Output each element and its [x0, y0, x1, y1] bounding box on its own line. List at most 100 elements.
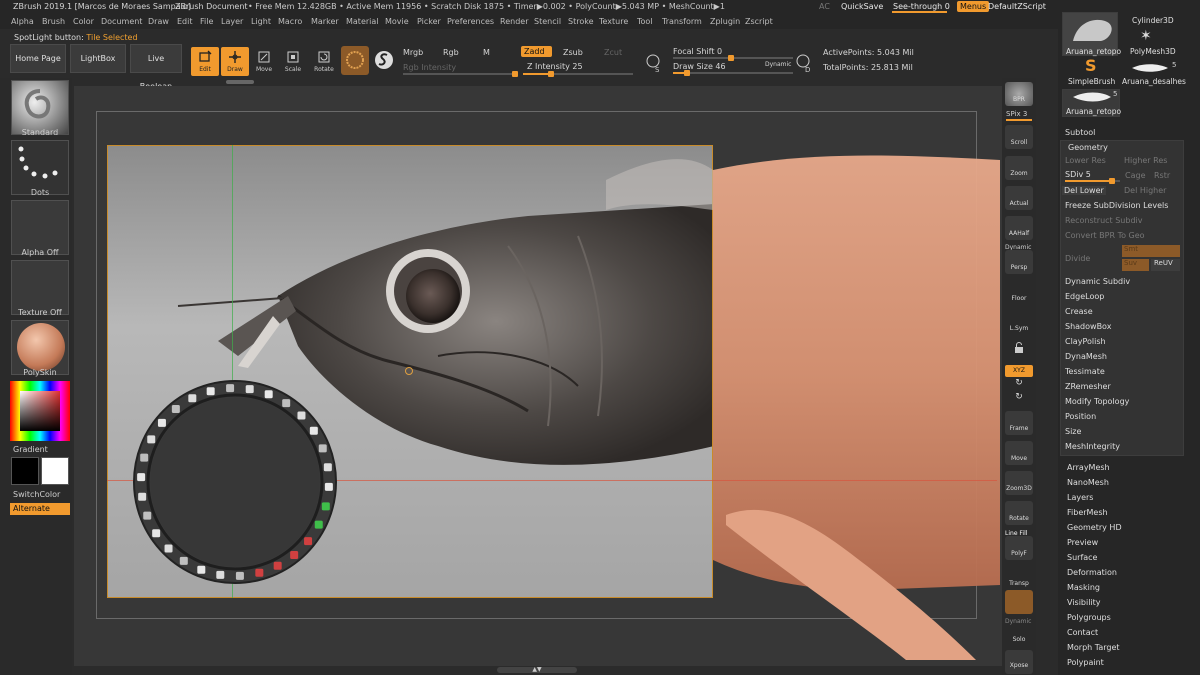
menus-button[interactable]: Menus	[957, 1, 990, 12]
simplebrush-icon[interactable]: S	[1085, 56, 1097, 75]
texture-thumbnail[interactable]	[11, 260, 69, 315]
scale-button[interactable]: Scale	[280, 47, 306, 76]
section-morph-target[interactable]: Morph Target	[1067, 643, 1120, 652]
move-button[interactable]: Move	[251, 47, 277, 76]
focal-shift-icon[interactable]: S	[645, 53, 665, 74]
color-square[interactable]	[20, 391, 60, 431]
draw-size-slider[interactable]: Draw Size 46	[673, 62, 726, 71]
menu-item-movie[interactable]: Movie	[385, 17, 409, 26]
section-deformation[interactable]: Deformation	[1067, 568, 1117, 577]
zcut-button[interactable]: Zcut	[604, 48, 622, 57]
radial-menu-icon[interactable]	[157, 418, 166, 427]
geometry-item-meshintegrity[interactable]: MeshIntegrity	[1065, 442, 1120, 451]
floor-button[interactable]: Floor	[1005, 281, 1033, 305]
fish-detail-thumb[interactable]	[1128, 62, 1172, 74]
menu-item-macro[interactable]: Macro	[278, 17, 302, 26]
lightbox-button[interactable]: LightBox	[70, 44, 126, 73]
main-color-swatch[interactable]	[11, 457, 39, 485]
frame-button[interactable]: Frame	[1005, 411, 1033, 435]
alpha-thumbnail[interactable]	[11, 200, 69, 255]
section-visibility[interactable]: Visibility	[1067, 598, 1101, 607]
brush-thumbnail[interactable]	[11, 80, 69, 135]
rstr-button[interactable]: Rstr	[1154, 171, 1170, 180]
section-surface[interactable]: Surface	[1067, 553, 1097, 562]
zadd-button[interactable]: Zadd	[521, 46, 552, 57]
radial-menu-icon[interactable]	[216, 570, 225, 579]
scroll-button[interactable]: Scroll	[1005, 125, 1033, 149]
radial-menu-icon[interactable]	[321, 502, 330, 511]
geometry-item-tessimate[interactable]: Tessimate	[1065, 367, 1105, 376]
radial-menu-icon[interactable]	[164, 544, 173, 553]
section-polypaint[interactable]: Polypaint	[1067, 658, 1104, 667]
move-view-button[interactable]: Move	[1005, 441, 1033, 465]
menu-item-edit[interactable]: Edit	[177, 17, 193, 26]
radial-menu-icon[interactable]	[290, 551, 299, 560]
menu-item-color[interactable]: Color	[73, 17, 94, 26]
z-intensity-slider[interactable]: Z Intensity 25	[527, 62, 583, 71]
radial-menu-icon[interactable]	[197, 565, 206, 574]
actual-button[interactable]: Actual	[1005, 186, 1033, 210]
menu-item-transform[interactable]: Transform	[662, 17, 702, 26]
menu-item-layer[interactable]: Layer	[221, 17, 243, 26]
menu-item-picker[interactable]: Picker	[417, 17, 441, 26]
geometry-section[interactable]: Geometry	[1068, 143, 1108, 152]
radial-menu-icon[interactable]	[147, 435, 156, 444]
radial-menu-icon[interactable]	[226, 384, 235, 393]
rgb-button[interactable]: Rgb	[443, 48, 459, 57]
radial-menu-icon[interactable]	[324, 482, 333, 491]
suv-toggle[interactable]: Suv	[1122, 259, 1149, 271]
menu-item-zscript[interactable]: Zscript	[745, 17, 773, 26]
menu-item-zplugin[interactable]: Zplugin	[710, 17, 740, 26]
del-higher-button[interactable]: Del Higher	[1124, 186, 1166, 195]
stroke-icon[interactable]	[375, 51, 393, 69]
smt-toggle[interactable]: Smt	[1122, 245, 1180, 257]
material-button[interactable]	[341, 46, 369, 75]
rotate-z-icon[interactable]: ↻	[1005, 392, 1033, 408]
edit-button[interactable]: Edit	[191, 47, 219, 76]
zsub-button[interactable]: Zsub	[563, 48, 583, 57]
radial-menu-icon[interactable]	[304, 537, 313, 546]
radial-menu-icon[interactable]	[309, 426, 318, 435]
star-icon[interactable]: ✶	[1140, 28, 1152, 44]
alternate-button[interactable]: Alternate	[10, 503, 70, 515]
menu-item-brush[interactable]: Brush	[42, 17, 65, 26]
menu-item-stencil[interactable]: Stencil	[534, 17, 561, 26]
radial-menu-icon[interactable]	[140, 453, 149, 462]
menu-item-stroke[interactable]: Stroke	[568, 17, 594, 26]
ghost-button[interactable]	[1005, 590, 1033, 614]
radial-menu-icon[interactable]	[264, 390, 273, 399]
m-button[interactable]: M	[483, 48, 490, 57]
radial-menu-icon[interactable]	[318, 444, 327, 453]
section-layers[interactable]: Layers	[1067, 493, 1093, 502]
reuv-button[interactable]: ReUV	[1151, 259, 1180, 271]
geometry-item-shadowbox[interactable]: ShadowBox	[1065, 322, 1111, 331]
del-lower-button[interactable]: Del Lower	[1062, 186, 1106, 195]
lower-res-button[interactable]: Lower Res	[1065, 156, 1106, 165]
live-boolean-button[interactable]: Live Boolean	[130, 44, 182, 91]
radial-menu-icon[interactable]	[171, 404, 180, 413]
quicksave-button[interactable]: QuickSave	[841, 2, 883, 11]
radial-menu-icon[interactable]	[143, 511, 152, 520]
persp-button[interactable]: Persp	[1005, 250, 1033, 274]
section-arraymesh[interactable]: ArrayMesh	[1067, 463, 1110, 472]
convert-bpr-button[interactable]: Convert BPR To Geo	[1065, 231, 1145, 240]
section-preview[interactable]: Preview	[1067, 538, 1098, 547]
radial-menu-icon[interactable]	[297, 411, 306, 420]
reconstruct-subdiv-button[interactable]: Reconstruct Subdiv	[1065, 216, 1143, 225]
lock-icon[interactable]	[1005, 336, 1033, 360]
radial-menu-icon[interactable]	[323, 463, 332, 472]
sdiv-slider[interactable]: SDiv 5	[1065, 170, 1091, 179]
dynamic-d-icon[interactable]: D	[795, 53, 815, 74]
draw-button[interactable]: Draw	[221, 47, 249, 76]
radial-menu[interactable]	[126, 376, 344, 588]
freeze-subdiv-button[interactable]: Freeze SubDivision Levels	[1065, 201, 1168, 210]
switchcolor-button[interactable]: SwitchColor	[13, 490, 60, 499]
radial-menu-icon[interactable]	[188, 394, 197, 403]
default-zscript-button[interactable]: DefaultZScript	[988, 2, 1046, 11]
geometry-item-crease[interactable]: Crease	[1065, 307, 1093, 316]
xyz-button[interactable]: XYZ	[1005, 365, 1033, 377]
radial-menu-icon[interactable]	[206, 387, 215, 396]
cage-button[interactable]: Cage	[1125, 171, 1146, 180]
menu-item-alpha[interactable]: Alpha	[11, 17, 34, 26]
menu-item-tool[interactable]: Tool	[637, 17, 653, 26]
